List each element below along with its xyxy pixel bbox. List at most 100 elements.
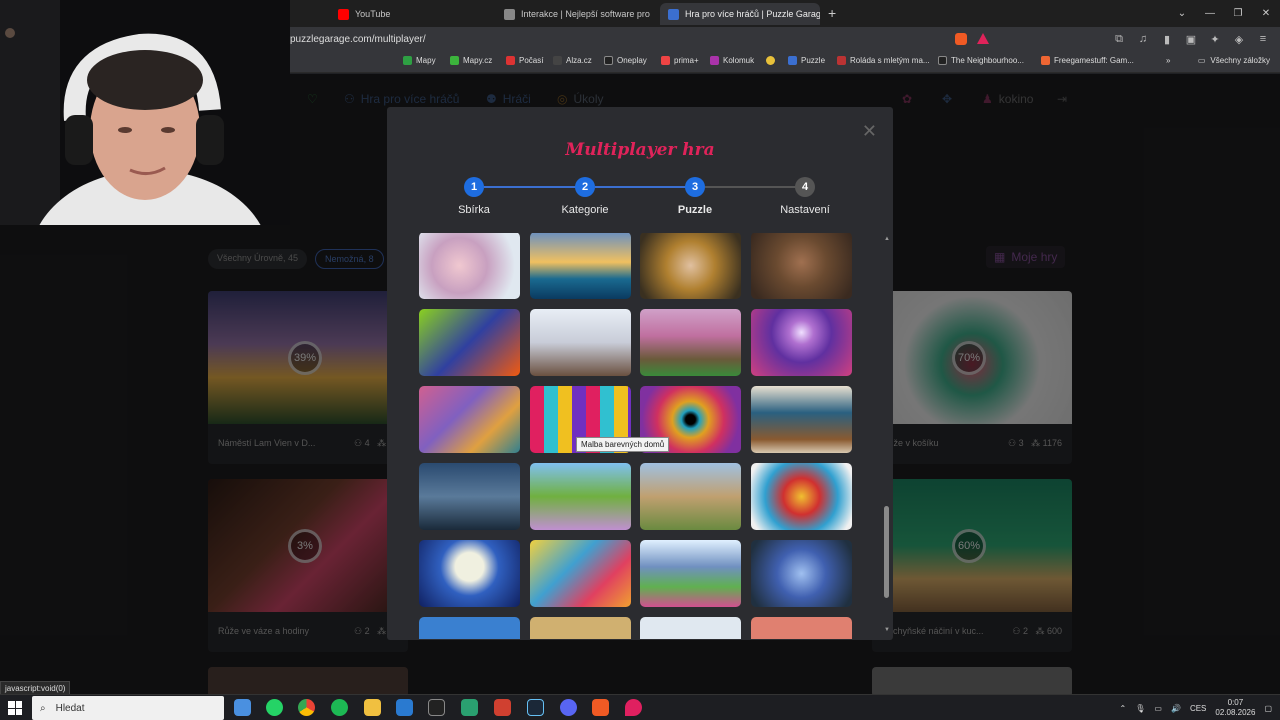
tab-puzzle-garage[interactable]: Hra pro více hráčů | Puzzle Garag ✕ bbox=[660, 3, 820, 25]
brave-icon[interactable] bbox=[592, 699, 609, 716]
bookmark-oneplay[interactable]: Oneplay bbox=[604, 56, 647, 65]
app-icon[interactable] bbox=[461, 699, 478, 716]
puzzle-thumbnail[interactable] bbox=[419, 540, 520, 607]
bookmark-neighbourhood[interactable]: The Neighbourhoo... bbox=[938, 56, 1024, 65]
oneplay-icon bbox=[604, 56, 613, 65]
bookmark-kolomuk[interactable]: Kolomuk bbox=[710, 56, 754, 65]
taskbar-search[interactable]: ⌕ Hledat bbox=[32, 696, 224, 720]
system-tray: ⌃ 🎙 ▭ 🔊 CES 0:07 02.08.2026 ▢ bbox=[1120, 695, 1272, 720]
tooltip: Malba barevných domů bbox=[576, 437, 670, 452]
site-icon bbox=[504, 8, 515, 20]
close-icon[interactable]: ✕ bbox=[862, 121, 877, 142]
step-settings[interactable]: 4 Nastavení bbox=[755, 177, 855, 216]
brave-rewards-icon[interactable] bbox=[977, 33, 989, 44]
menu-icon[interactable]: ≡ bbox=[1256, 32, 1270, 46]
puzzle-thumbnail[interactable] bbox=[640, 463, 741, 530]
notifications-icon[interactable]: ▢ bbox=[1264, 704, 1272, 713]
bookmark-chrome-icon[interactable] bbox=[766, 56, 775, 65]
close-window-button[interactable]: ✕ bbox=[1252, 0, 1280, 27]
step-collection[interactable]: 1 Sbírka bbox=[424, 177, 524, 216]
extensions-icon[interactable]: ⧉ bbox=[1112, 32, 1126, 46]
logitech-icon[interactable] bbox=[428, 699, 445, 716]
recipe-icon bbox=[837, 56, 846, 65]
puzzle-thumbnail[interactable] bbox=[530, 233, 631, 299]
step-number: 1 bbox=[464, 177, 484, 197]
discord-icon[interactable] bbox=[560, 699, 577, 716]
bookmark-label: Mapy bbox=[416, 56, 436, 65]
spotify-icon[interactable] bbox=[331, 699, 348, 716]
sidebar-icon[interactable]: ▮ bbox=[1160, 32, 1174, 46]
puzzle-thumbnail[interactable] bbox=[751, 386, 852, 453]
puzzle-thumbnail[interactable] bbox=[419, 386, 520, 453]
bookmark-mapy[interactable]: Mapy bbox=[403, 56, 436, 65]
bookmark-prima[interactable]: prima+ bbox=[661, 56, 699, 65]
language-indicator[interactable]: CES bbox=[1190, 704, 1206, 713]
bookmark-pocasi[interactable]: Počasí bbox=[506, 56, 543, 65]
volume-icon[interactable]: 🔊 bbox=[1171, 704, 1181, 713]
clock[interactable]: 0:07 02.08.2026 bbox=[1215, 698, 1255, 718]
minimize-button[interactable]: — bbox=[1196, 0, 1224, 27]
puzzle-thumbnail[interactable] bbox=[751, 309, 852, 376]
puzzle-thumbnail[interactable] bbox=[751, 617, 852, 639]
tab-title: Interakce | Nejlepší software pro bbox=[521, 9, 650, 19]
prima-icon bbox=[661, 56, 670, 65]
vpn-icon[interactable]: ◈ bbox=[1232, 32, 1246, 46]
modal-title: Multiplayer hra bbox=[565, 140, 715, 160]
puzzle-thumbnail[interactable] bbox=[751, 463, 852, 530]
whatsapp-icon[interactable] bbox=[266, 699, 283, 716]
tab-search-icon[interactable]: ⌄ bbox=[1168, 0, 1196, 27]
file-explorer-icon[interactable] bbox=[364, 699, 381, 716]
wallet-icon[interactable]: ▣ bbox=[1184, 32, 1198, 46]
microphone-icon[interactable]: 🎙 bbox=[1135, 704, 1145, 713]
vscode-icon[interactable] bbox=[396, 699, 413, 716]
media-app-icon[interactable] bbox=[494, 699, 511, 716]
puzzle-thumbnail[interactable] bbox=[419, 309, 520, 376]
puzzle-thumbnail[interactable] bbox=[530, 309, 631, 376]
puzzle-thumbnail[interactable] bbox=[419, 233, 520, 299]
puzzle-thumbnail[interactable] bbox=[419, 617, 520, 639]
task-view-icon[interactable] bbox=[234, 699, 251, 716]
tab-interakce[interactable]: Interakce | Nejlepší software pro bbox=[496, 3, 654, 25]
puzzle-thumbnail[interactable] bbox=[640, 540, 741, 607]
youtube-icon bbox=[338, 8, 349, 20]
bookmark-mapy-cz[interactable]: Mapy.cz bbox=[450, 56, 492, 65]
puzzle-thumbnail[interactable] bbox=[640, 617, 741, 639]
maps-app-icon[interactable] bbox=[625, 699, 642, 716]
bookmark-rolada[interactable]: Roláda s mletým ma... bbox=[837, 56, 930, 65]
all-bookmarks[interactable]: ▭ Všechny záložky bbox=[1198, 56, 1270, 65]
media-icon[interactable]: ♫ bbox=[1136, 32, 1150, 46]
puzzle-thumbnail[interactable] bbox=[530, 540, 631, 607]
puzzle-thumbnail[interactable] bbox=[751, 233, 852, 299]
new-tab-button[interactable]: + bbox=[828, 5, 836, 21]
bookmark-puzzle[interactable]: Puzzle bbox=[788, 56, 825, 65]
chrome-icon[interactable] bbox=[298, 699, 315, 716]
step-label: Sbírka bbox=[458, 204, 490, 216]
puzzle-thumbnail[interactable] bbox=[419, 463, 520, 530]
leo-icon[interactable]: ✦ bbox=[1208, 32, 1222, 46]
step-category[interactable]: 2 Kategorie bbox=[535, 177, 635, 216]
puzzle-thumbnail[interactable] bbox=[751, 540, 852, 607]
brave-shield-icon[interactable] bbox=[955, 33, 967, 45]
scroll-thumb[interactable] bbox=[884, 506, 889, 598]
bookmark-alza[interactable]: Alza.cz bbox=[553, 56, 592, 65]
steam-icon[interactable] bbox=[527, 699, 544, 716]
puzzle-icon bbox=[668, 8, 679, 20]
step-puzzle[interactable]: 3 Puzzle bbox=[645, 177, 745, 216]
url-field[interactable]: puzzlegarage.com/multiplayer/ bbox=[290, 34, 426, 45]
tab-youtube[interactable]: YouTube bbox=[330, 3, 490, 25]
scroll-down-icon[interactable]: ▼ bbox=[884, 627, 890, 633]
scroll-up-icon[interactable]: ▲ bbox=[884, 236, 890, 242]
step-number: 2 bbox=[575, 177, 595, 197]
bookmarks-overflow-icon[interactable]: » bbox=[1166, 56, 1170, 65]
puzzle-thumbnail[interactable] bbox=[640, 309, 741, 376]
restore-button[interactable]: ❐ bbox=[1224, 0, 1252, 27]
gallery-scrollbar[interactable]: ▲ ▼ bbox=[884, 236, 890, 633]
puzzle-thumbnail[interactable] bbox=[640, 233, 741, 299]
puzzle-thumbnail[interactable] bbox=[530, 617, 631, 639]
puzzle-thumbnail[interactable] bbox=[530, 463, 631, 530]
bookmark-freegamestuff[interactable]: Freegamestuff: Gam... bbox=[1041, 56, 1134, 65]
network-icon[interactable]: ▭ bbox=[1154, 704, 1162, 713]
chrome-icon bbox=[766, 56, 775, 65]
windows-start-icon[interactable] bbox=[8, 701, 22, 715]
tray-overflow-icon[interactable]: ⌃ bbox=[1120, 704, 1127, 713]
